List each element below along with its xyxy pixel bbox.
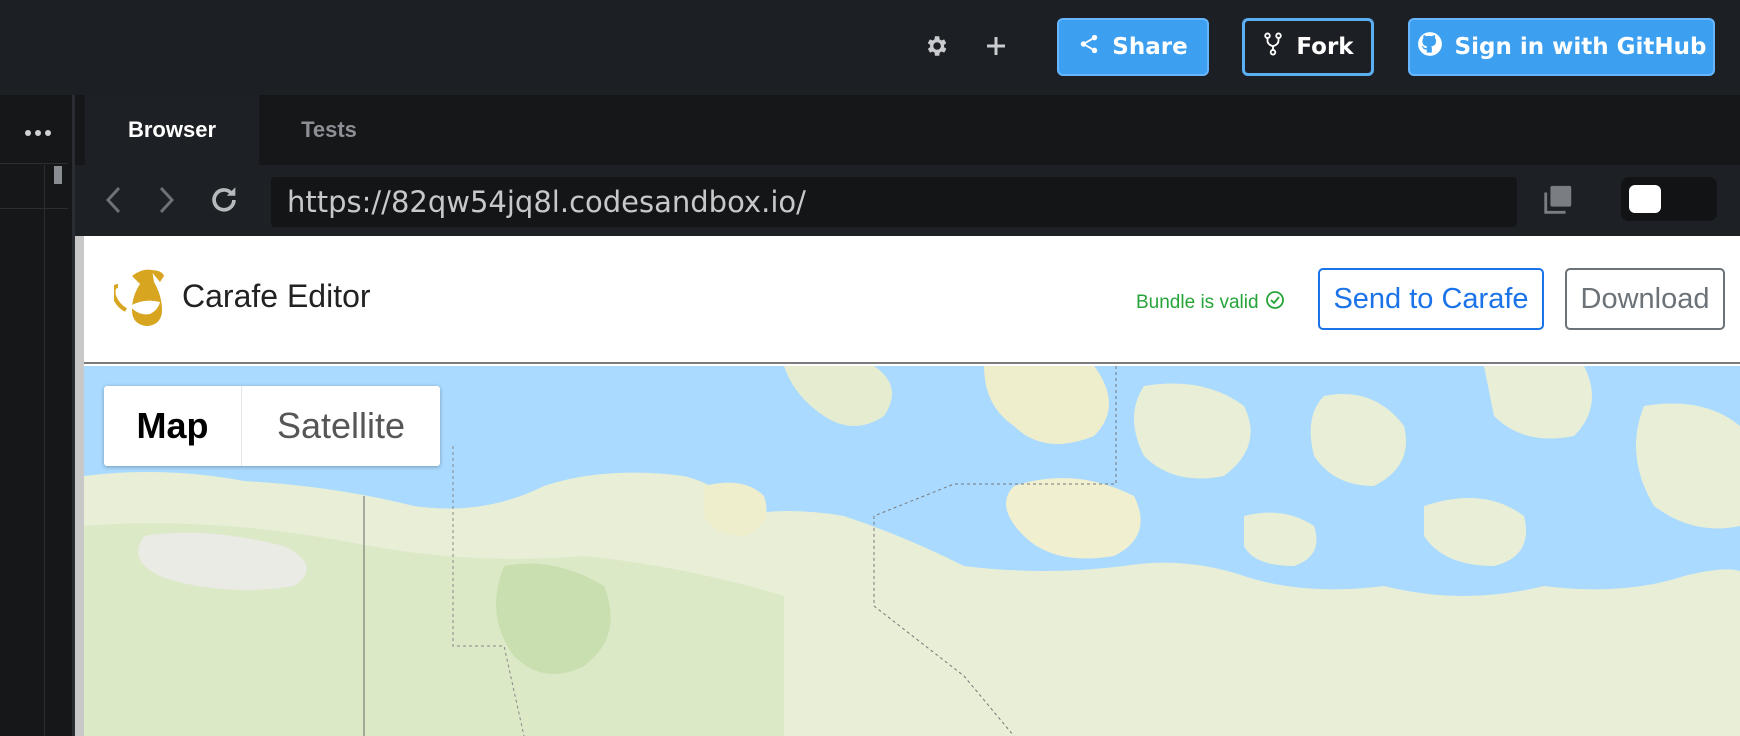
panel-divider: [44, 165, 45, 736]
github-icon: [1417, 31, 1443, 63]
app-title: Carafe Editor: [182, 278, 371, 314]
app-header: Carafe Editor Bundle is valid Send to Ca…: [84, 236, 1740, 364]
map-type-control: Map Satellite: [104, 386, 440, 466]
forward-icon[interactable]: [149, 183, 183, 217]
github-label: Sign in with GitHub: [1454, 34, 1707, 60]
fork-icon: [1262, 31, 1284, 63]
panel-scrollbar[interactable]: [54, 166, 62, 184]
preview-tabs: Browser Tests: [75, 95, 1740, 165]
browser-navbar: https://82qw54jq8l.codesandbox.io/: [75, 165, 1740, 236]
back-icon[interactable]: [97, 183, 131, 217]
share-icon: [1078, 33, 1100, 61]
open-new-window-icon[interactable]: [1541, 183, 1575, 217]
check-circle-icon: [1265, 290, 1285, 316]
map-view[interactable]: Map Satellite: [84, 366, 1740, 736]
send-to-carafe-button[interactable]: Send to Carafe: [1318, 268, 1544, 330]
map-type-satellite-button[interactable]: Satellite: [242, 386, 440, 466]
plus-icon[interactable]: [980, 30, 1012, 62]
preview-edge: [75, 236, 84, 736]
tab-tests[interactable]: Tests: [259, 95, 399, 165]
url-input[interactable]: https://82qw54jq8l.codesandbox.io/: [271, 177, 1517, 227]
carafe-logo: [111, 264, 180, 330]
bundle-status: Bundle is valid: [1136, 290, 1285, 316]
github-signin-button[interactable]: Sign in with GitHub: [1408, 18, 1715, 76]
fork-label: Fork: [1296, 34, 1354, 60]
top-bar: Share Fork Sign in with GitHub: [0, 0, 1740, 95]
more-options-icon[interactable]: [22, 126, 54, 138]
map-type-map-button[interactable]: Map: [104, 386, 242, 466]
toggle-knob: [1629, 185, 1661, 213]
gear-icon[interactable]: [920, 30, 952, 62]
download-button[interactable]: Download: [1565, 268, 1725, 330]
preview-toggle[interactable]: [1621, 177, 1717, 221]
preview-frame: Carafe Editor Bundle is valid Send to Ca…: [75, 236, 1740, 736]
bundle-status-text: Bundle is valid: [1136, 292, 1259, 313]
tab-browser[interactable]: Browser: [85, 95, 259, 165]
fork-button[interactable]: Fork: [1242, 18, 1374, 76]
share-label: Share: [1112, 34, 1188, 60]
refresh-icon[interactable]: [207, 183, 241, 217]
share-button[interactable]: Share: [1057, 18, 1209, 76]
